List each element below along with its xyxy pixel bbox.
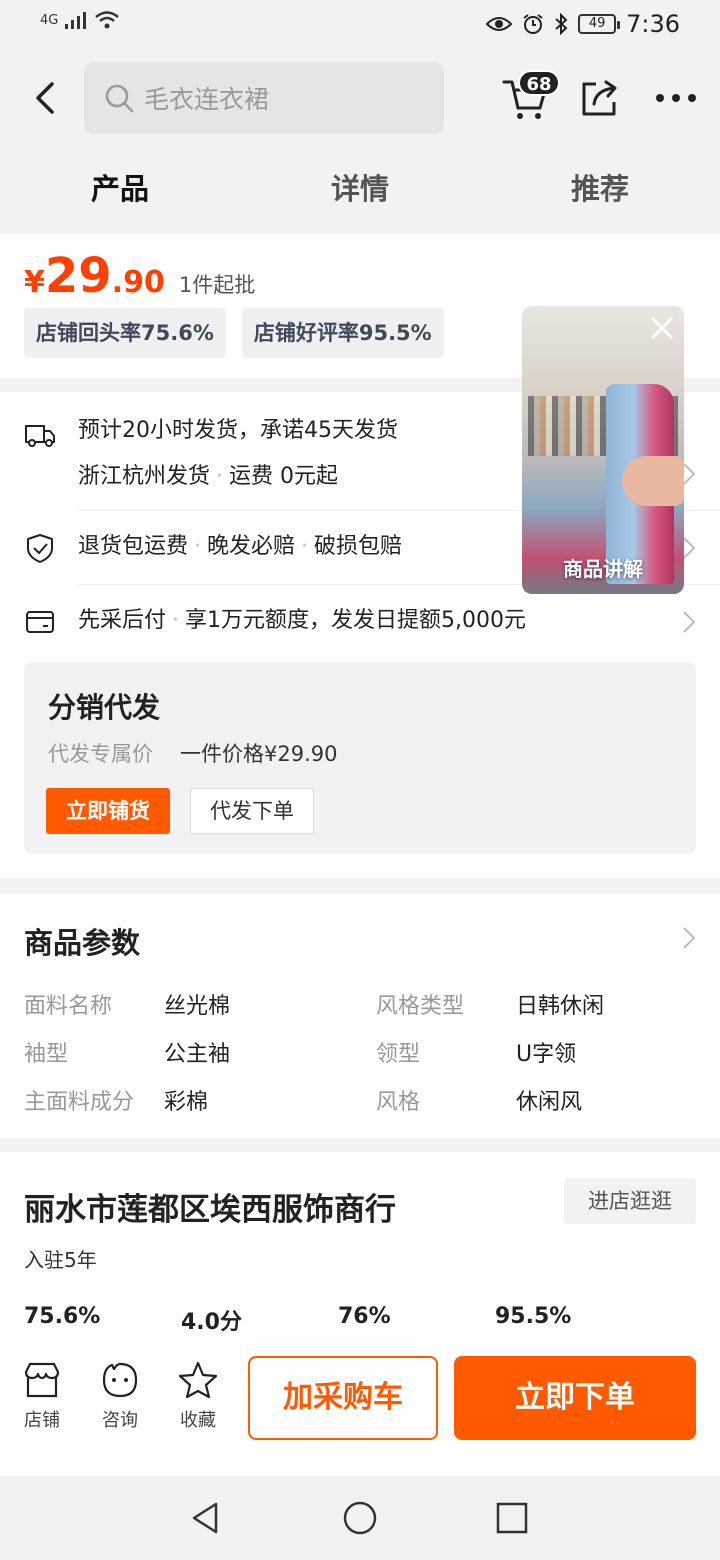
nav-back-icon[interactable] — [188, 1500, 224, 1536]
eye-icon — [486, 17, 513, 31]
store-icon — [24, 1362, 60, 1398]
chevron-right-icon — [683, 537, 696, 559]
shipping-fee: 运费 0元起 — [229, 464, 339, 489]
params-card[interactable]: 商品参数 面料名称 丝光棉 风格类型 日韩休闲 袖型 公主袖 领型 U字领 主面料成分彩… — [0, 894, 720, 1138]
favorite-label: 收藏 — [180, 1410, 216, 1431]
min-order-quantity: 1件起批 — [178, 273, 256, 297]
guarantee-late-comp: 晚发必赔 — [207, 534, 296, 559]
status-right: 49 7:36 — [486, 10, 680, 38]
tab-details[interactable]: 详情 — [240, 144, 480, 234]
guarantee-free-return: 退货包运费 — [78, 534, 189, 559]
enter-shop-button[interactable]: 进店逛逛 — [564, 1178, 696, 1224]
video-hand — [622, 456, 684, 506]
tab-recommend[interactable]: 推荐 — [480, 144, 720, 234]
favorite-button[interactable]: 收藏 — [168, 1360, 228, 1432]
alarm-icon — [523, 14, 543, 34]
search-input[interactable]: 毛衣连衣裙 — [84, 62, 444, 134]
shipping-origin: 浙江杭州发货 — [78, 464, 211, 489]
chat-face-icon — [102, 1362, 138, 1398]
params-title: 商品参数 — [24, 926, 141, 960]
dropship-order-button[interactable]: 代发下单 — [190, 788, 314, 834]
buy-now-button[interactable]: 立即下单 — [454, 1356, 696, 1440]
add-to-cart-button[interactable]: 加采购车 — [248, 1356, 438, 1440]
pay-later-detail: 享1万元额度，发发日提额5,000元 — [185, 608, 526, 633]
param-material: 主面料成分 彩棉 — [24, 1090, 209, 1115]
param-sleeve: 袖型 公主袖 — [24, 1042, 231, 1067]
price-integer: 29 — [44, 248, 112, 304]
section-tabs: 产品 详情 推荐 — [0, 144, 720, 234]
distribution-title: 分销代发 — [48, 691, 161, 724]
bluetooth-icon — [555, 13, 568, 35]
nav-home-icon[interactable] — [342, 1500, 378, 1536]
price-currency: ¥ — [24, 265, 45, 300]
param-style-type: 风格类型 日韩休闲 — [376, 994, 605, 1019]
top-nav: 毛衣连衣裙 68 — [0, 52, 720, 144]
back-icon[interactable] — [26, 76, 66, 120]
battery-level: 49 — [588, 16, 606, 31]
network-type: 4G — [40, 12, 59, 28]
param-fabric: 面料名称 丝光棉 — [24, 994, 231, 1019]
distribution-price-label: 代发专属价 — [48, 742, 153, 766]
guarantee-damage-comp: 破损包赔 — [314, 534, 403, 559]
tab-product[interactable]: 产品 — [0, 144, 240, 234]
star-icon — [178, 1361, 218, 1399]
shop-stat: 4.0分 — [181, 1310, 242, 1335]
stock-now-button[interactable]: 立即铺货 — [46, 788, 170, 834]
video-label: 商品讲解 — [563, 557, 643, 581]
cart-count-badge: 68 — [518, 70, 560, 96]
separator-dot: · — [194, 534, 202, 559]
signal-icon — [65, 12, 87, 29]
distribution-price: 一件价格¥29.90 — [180, 742, 338, 766]
shipping-origin-fee: 浙江杭州发货 · 运费 0元起 — [78, 454, 398, 500]
shop-name[interactable]: 丽水市莲都区埃西服饰商行 — [24, 1184, 396, 1229]
shop-rates: 店铺回头率75.6% 店铺好评率95.5% — [24, 308, 444, 358]
truck-icon — [25, 425, 55, 447]
close-icon[interactable] — [648, 314, 676, 342]
shop-card: 丽水市莲都区埃西服饰商行 进店逛逛 入驻5年 75.6% 4.0分 76% 95… — [0, 1152, 720, 1352]
system-nav-bar — [0, 1476, 720, 1560]
param-collar: 领型 U字领 — [376, 1042, 577, 1067]
chevron-right-icon — [683, 927, 696, 949]
shop-stat: 76% — [338, 1304, 391, 1329]
separator-dot: · — [216, 464, 224, 489]
shop-since: 入驻5年 — [24, 1248, 97, 1272]
repurchase-rate-badge: 店铺回头率75.6% — [24, 308, 226, 358]
separator-dot: · — [172, 608, 180, 633]
shop-stat: 75.6% — [24, 1304, 101, 1329]
chevron-right-icon — [683, 463, 696, 485]
status-bar: 4G 49 7:36 — [0, 0, 720, 52]
nav-recents-icon[interactable] — [494, 1500, 530, 1536]
positive-rate-badge: 店铺好评率95.5% — [241, 308, 444, 358]
product-video-thumbnail[interactable]: 商品讲解 — [522, 306, 684, 594]
distribution-box: 分销代发 代发专属价 一件价格¥29.90 立即铺货 代发下单 — [24, 662, 696, 854]
store-button[interactable]: 店铺 — [12, 1360, 72, 1432]
battery-icon: 49 — [578, 14, 621, 34]
separator-dot: · — [301, 534, 309, 559]
store-label: 店铺 — [24, 1410, 60, 1431]
consult-button[interactable]: 咨询 — [90, 1360, 150, 1432]
search-placeholder: 毛衣连衣裙 — [144, 85, 270, 114]
bottom-action-bar: 店铺 咨询 收藏 加采购车 立即下单 — [0, 1346, 720, 1476]
more-icon[interactable] — [654, 90, 698, 106]
card-icon — [26, 611, 54, 633]
shield-check-icon — [27, 534, 53, 563]
consult-label: 咨询 — [102, 1410, 138, 1431]
price-decimal: .90 — [111, 265, 165, 300]
chevron-right-icon — [683, 611, 696, 633]
param-style: 风格 休闲风 — [376, 1090, 583, 1115]
shop-stat: 95.5% — [495, 1304, 572, 1329]
signal-area: 4G — [40, 10, 120, 30]
clock: 7:36 — [626, 10, 680, 38]
shipping-estimate: 预计20小时发货，承诺45天发货 — [78, 418, 398, 443]
price: ¥ 29 .90 1件起批 — [24, 248, 255, 304]
search-icon — [105, 84, 134, 113]
pay-later-label: 先采后付 — [78, 608, 167, 633]
wifi-icon — [95, 11, 120, 29]
share-icon[interactable] — [580, 78, 620, 118]
